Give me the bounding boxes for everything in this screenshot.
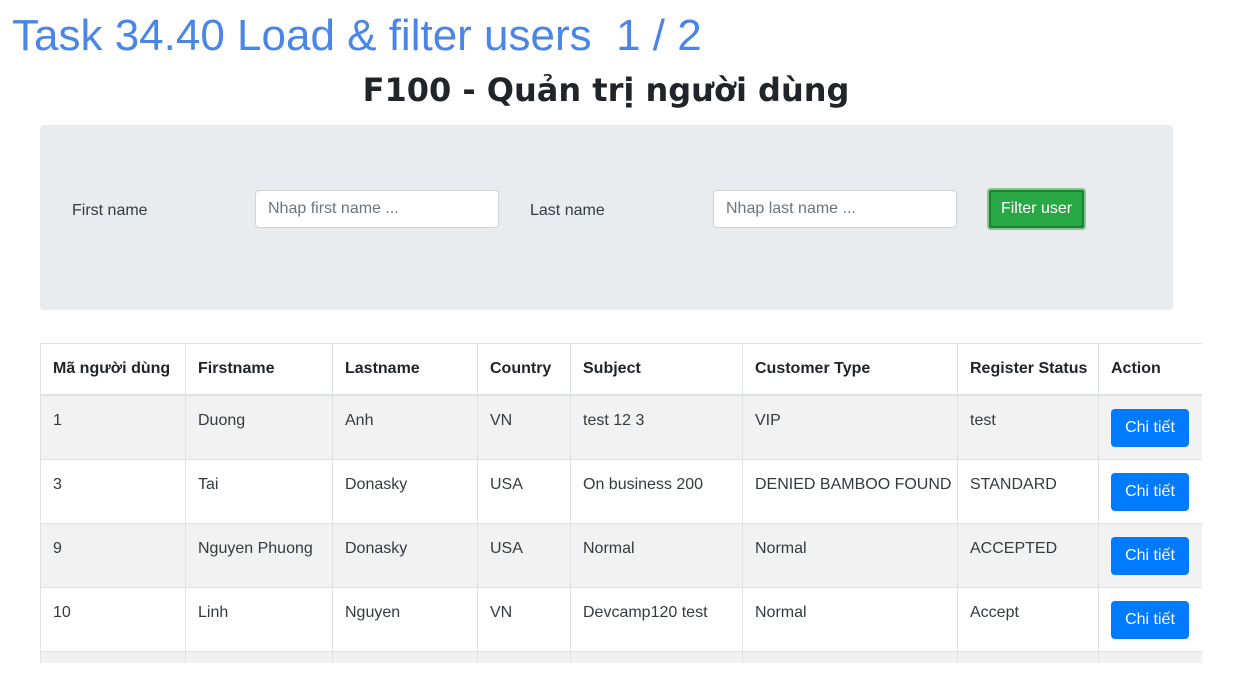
cell-action: Chi tiết	[1098, 458, 1202, 524]
table-row: 9 Nguyen Phuong Donasky USA Normal Norma…	[40, 522, 1202, 588]
last-name-label: Last name	[530, 202, 605, 219]
column-header-id: Mã người dùng	[40, 343, 186, 396]
column-header-country: Country	[477, 343, 571, 396]
cell-firstname: Tai	[185, 458, 333, 524]
detail-button[interactable]: Chi tiết	[1111, 472, 1189, 511]
cell-lastname: Anh	[332, 394, 478, 460]
table-row: 1 Duong Anh VN test 12 3 VIP test Chi ti…	[40, 394, 1202, 460]
cell-action: Chi tiết	[1098, 586, 1202, 652]
cell-id: 10	[40, 586, 186, 652]
cell-subject: Normal	[570, 522, 743, 588]
cell-customer-type: Normal	[742, 522, 958, 588]
column-header-subject: Subject	[570, 343, 743, 396]
table-row-partial	[40, 650, 1202, 663]
cell-firstname: Duong	[185, 394, 333, 460]
cell-id: 3	[40, 458, 186, 524]
cell-register-status: STANDARD	[957, 458, 1099, 524]
column-header-customer-type: Customer Type	[742, 343, 958, 396]
cell-country: VN	[477, 586, 571, 652]
cell-empty	[40, 650, 186, 663]
table-row: 3 Tai Donasky USA On business 200 DENIED…	[40, 458, 1202, 524]
cell-subject: test 12 3	[570, 394, 743, 460]
cell-empty	[1098, 650, 1202, 663]
column-header-lastname: Lastname	[332, 343, 478, 396]
cell-empty	[570, 650, 743, 663]
cell-empty	[332, 650, 478, 663]
last-name-input[interactable]	[713, 190, 957, 228]
task-header: Task 34.40 Load & filter users 1 / 2	[12, 11, 702, 60]
first-name-label: First name	[72, 202, 148, 219]
cell-empty	[477, 650, 571, 663]
detail-button[interactable]: Chi tiết	[1111, 536, 1189, 575]
cell-country: USA	[477, 458, 571, 524]
users-table: Mã người dùng Firstname Lastname Country…	[40, 343, 1202, 663]
cell-register-status: test	[957, 394, 1099, 460]
cell-firstname: Linh	[185, 586, 333, 652]
first-name-input[interactable]	[255, 190, 499, 228]
table-row: 10 Linh Nguyen VN Devcamp120 test Normal…	[40, 586, 1202, 652]
cell-register-status: Accept	[957, 586, 1099, 652]
table-header-row: Mã người dùng Firstname Lastname Country…	[40, 343, 1202, 396]
cell-empty	[957, 650, 1099, 663]
cell-customer-type: VIP	[742, 394, 958, 460]
cell-action: Chi tiết	[1098, 522, 1202, 588]
cell-country: USA	[477, 522, 571, 588]
cell-firstname: Nguyen Phuong	[185, 522, 333, 588]
detail-button[interactable]: Chi tiết	[1111, 600, 1189, 639]
cell-customer-type: DENIED BAMBOO FOUND	[742, 458, 958, 524]
cell-empty	[185, 650, 333, 663]
cell-subject: On business 200	[570, 458, 743, 524]
cell-lastname: Donasky	[332, 522, 478, 588]
filter-panel: First name Last name Filter user	[40, 125, 1173, 310]
cell-id: 9	[40, 522, 186, 588]
filter-user-button[interactable]: Filter user	[987, 188, 1086, 230]
cell-empty	[742, 650, 958, 663]
cell-customer-type: Normal	[742, 586, 958, 652]
page-title: F100 - Quản trị người dùng	[362, 71, 850, 109]
cell-subject: Devcamp120 test	[570, 586, 743, 652]
column-header-firstname: Firstname	[185, 343, 333, 396]
detail-button[interactable]: Chi tiết	[1111, 409, 1189, 447]
column-header-action: Action	[1098, 343, 1202, 396]
cell-id: 1	[40, 394, 186, 460]
cell-lastname: Donasky	[332, 458, 478, 524]
cell-register-status: ACCEPTED	[957, 522, 1099, 588]
cell-lastname: Nguyen	[332, 586, 478, 652]
cell-country: VN	[477, 394, 571, 460]
users-table-container: Mã người dùng Firstname Lastname Country…	[40, 343, 1202, 663]
column-header-register-status: Register Status	[957, 343, 1099, 396]
cell-action: Chi tiết	[1098, 394, 1202, 460]
